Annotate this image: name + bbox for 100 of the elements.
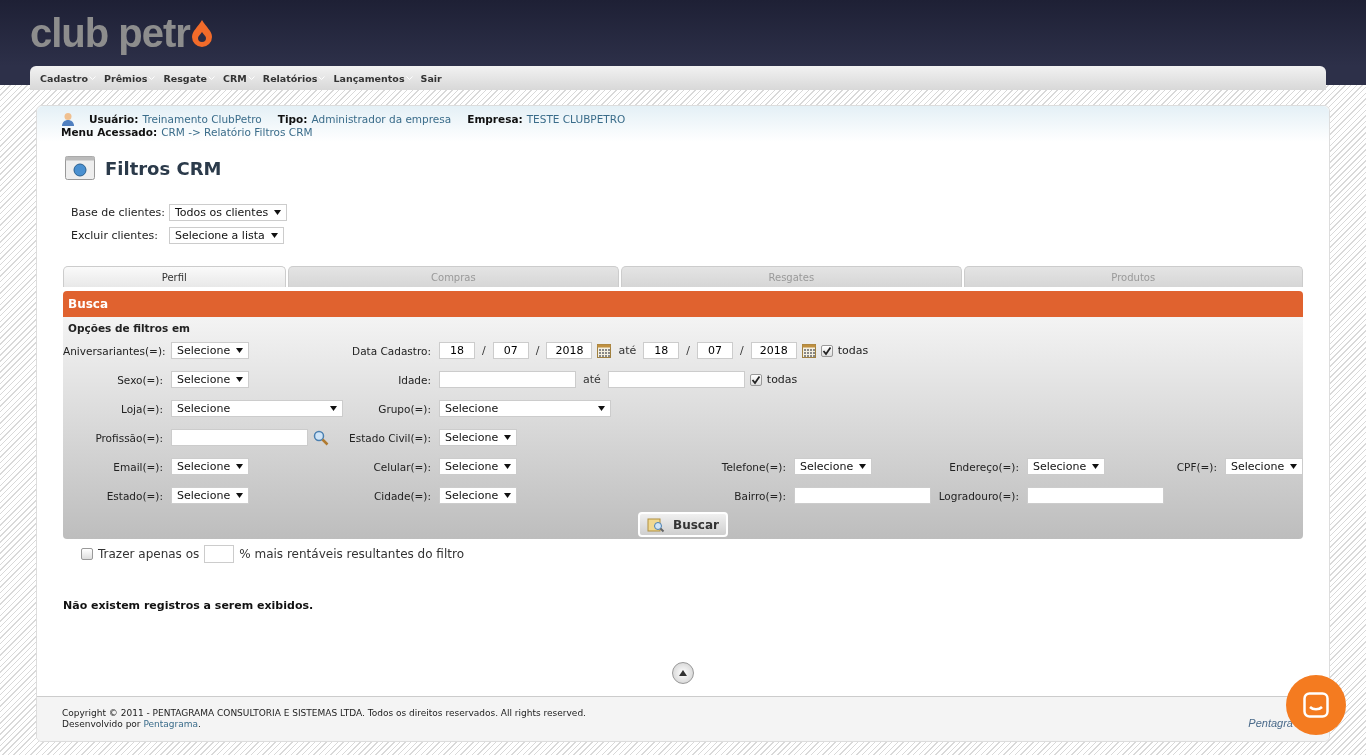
field-label: Email(=):: [112, 460, 164, 473]
caret-icon: [598, 406, 605, 411]
chevron-icon: [405, 75, 413, 81]
chevron-icon: [247, 75, 255, 81]
field-label: Endereço(=):: [948, 460, 1020, 473]
caret-icon: [270, 233, 278, 238]
percent-field[interactable]: [204, 545, 235, 563]
empty-message: Não existem registros a serem exibidos.: [63, 599, 315, 612]
date-separator: /: [685, 344, 691, 357]
caret-icon: [1290, 464, 1298, 469]
dropdown[interactable]: Selecione: [171, 371, 250, 388]
range-label: até: [582, 373, 602, 386]
field-label: Excluir clientes:: [71, 229, 159, 242]
menu-item[interactable]: Relatórios: [258, 72, 330, 84]
section-label: Opções de filtros em: [67, 321, 191, 334]
field-value: Administrador da empresa: [311, 113, 452, 125]
checkbox-label: Trazer apenas os: [98, 547, 200, 561]
date-separator: /: [481, 344, 487, 357]
dropdown[interactable]: Selecione: [171, 487, 250, 504]
caret-icon: [859, 464, 867, 469]
drop-icon: [189, 18, 214, 48]
caret-icon: [236, 377, 244, 382]
copyright-text: Copyright © 2011 - PENTAGRAMA CONSULTORIA E SISTEMAS LTDA. Todos os direitos reservados. All rights reserved. Desenvolvido por Pentagrama.: [62, 708, 586, 730]
field-label: Estado(=):: [105, 489, 164, 502]
dropdown[interactable]: Selecione: [171, 342, 250, 359]
caret-icon: [504, 464, 512, 469]
dropdown[interactable]: Selecione: [439, 400, 611, 417]
text-field[interactable]: [794, 487, 931, 504]
field-label: Tipo:: [277, 113, 308, 125]
date-field[interactable]: 07: [492, 342, 529, 359]
footer-logo: Pentagra: [1248, 717, 1293, 729]
field-label: Bairro(=):: [733, 489, 787, 502]
tab[interactable]: Perfil: [63, 266, 286, 287]
range-label: até: [617, 344, 638, 357]
checkbox-label: todas: [837, 344, 869, 357]
caret-icon: [330, 406, 337, 411]
window-icon: [65, 156, 95, 180]
text-field[interactable]: [439, 371, 576, 388]
field-label: Sexo(=):: [116, 373, 164, 386]
calendar-icon[interactable]: [597, 343, 612, 358]
search-button[interactable]: Buscar: [638, 512, 728, 537]
dropdown[interactable]: Selecione: [171, 400, 343, 417]
field-label: Idade:: [397, 373, 432, 386]
dropdown[interactable]: Selecione: [439, 429, 518, 446]
chevron-icon: [318, 75, 326, 81]
checkbox[interactable]: [81, 548, 93, 560]
search-document-icon: [647, 516, 665, 533]
up-arrow-icon: [679, 670, 687, 676]
field-label: Celular(=):: [372, 460, 432, 473]
date-separator: /: [739, 344, 745, 357]
dropdown[interactable]: Selecione: [439, 458, 518, 475]
scroll-top-button[interactable]: [672, 662, 694, 684]
date-field[interactable]: 18: [643, 342, 680, 359]
menu-item[interactable]: CRM: [219, 72, 259, 84]
date-field[interactable]: 2018: [750, 342, 797, 359]
checkbox[interactable]: [820, 344, 833, 357]
search-icon[interactable]: [313, 429, 329, 446]
field-label: Empresa:: [467, 113, 523, 125]
text-field[interactable]: [171, 429, 308, 446]
caret-icon: [236, 493, 244, 498]
checkbox-label: todas: [766, 373, 798, 386]
caret-icon: [504, 493, 512, 498]
date-field[interactable]: 07: [697, 342, 733, 359]
field-label: Data Cadastro:: [351, 344, 432, 357]
field-label: Estado Civil(=):: [348, 431, 432, 444]
dropdown[interactable]: Selecione: [794, 458, 873, 475]
user-icon: [61, 112, 75, 126]
field-label: Base de clientes:: [71, 206, 165, 219]
field-value: Treinamento ClubPetro: [142, 113, 262, 125]
menu-item[interactable]: Sair: [416, 72, 446, 84]
field-label: Aniversariantes(=):: [63, 344, 167, 357]
field-label: Logradouro(=):: [937, 489, 1020, 502]
field-label: Loja(=):: [120, 402, 164, 415]
text-field[interactable]: [1027, 487, 1164, 504]
menu-item[interactable]: Prêmios: [100, 72, 160, 84]
field-label: Usuário:: [89, 113, 139, 125]
field-label: Menu Acessado:: [61, 126, 158, 138]
dropdown[interactable]: Selecione: [439, 487, 518, 504]
chevron-icon: [148, 75, 156, 81]
text-field[interactable]: [607, 371, 745, 388]
date-field[interactable]: 18: [439, 342, 475, 359]
checkbox-label: % mais rentáveis resultantes do filtro: [239, 547, 464, 561]
menu-item[interactable]: Resgate: [159, 72, 220, 84]
dropdown[interactable]: Selecione: [1027, 458, 1106, 475]
caret-icon: [1092, 464, 1100, 469]
checkbox[interactable]: [749, 373, 762, 386]
dropdown[interactable]: Selecione: [1225, 458, 1303, 475]
page-title: Filtros CRM: [105, 157, 222, 179]
caret-icon: [236, 348, 244, 353]
dropdown[interactable]: Selecione a lista: [168, 227, 284, 244]
caret-icon: [504, 435, 512, 440]
dropdown[interactable]: Selecione: [171, 458, 250, 475]
menu-item[interactable]: Lançamentos: [329, 72, 417, 84]
chevron-icon: [208, 75, 216, 81]
field-label: Grupo(=):: [377, 402, 432, 415]
date-field[interactable]: 2018: [546, 342, 593, 359]
field-label: Telefone(=):: [720, 460, 787, 473]
dropdown[interactable]: Todos os clientes: [168, 204, 288, 221]
menu-item[interactable]: Cadastro: [36, 72, 100, 84]
panel-header: Busca: [63, 291, 1303, 317]
